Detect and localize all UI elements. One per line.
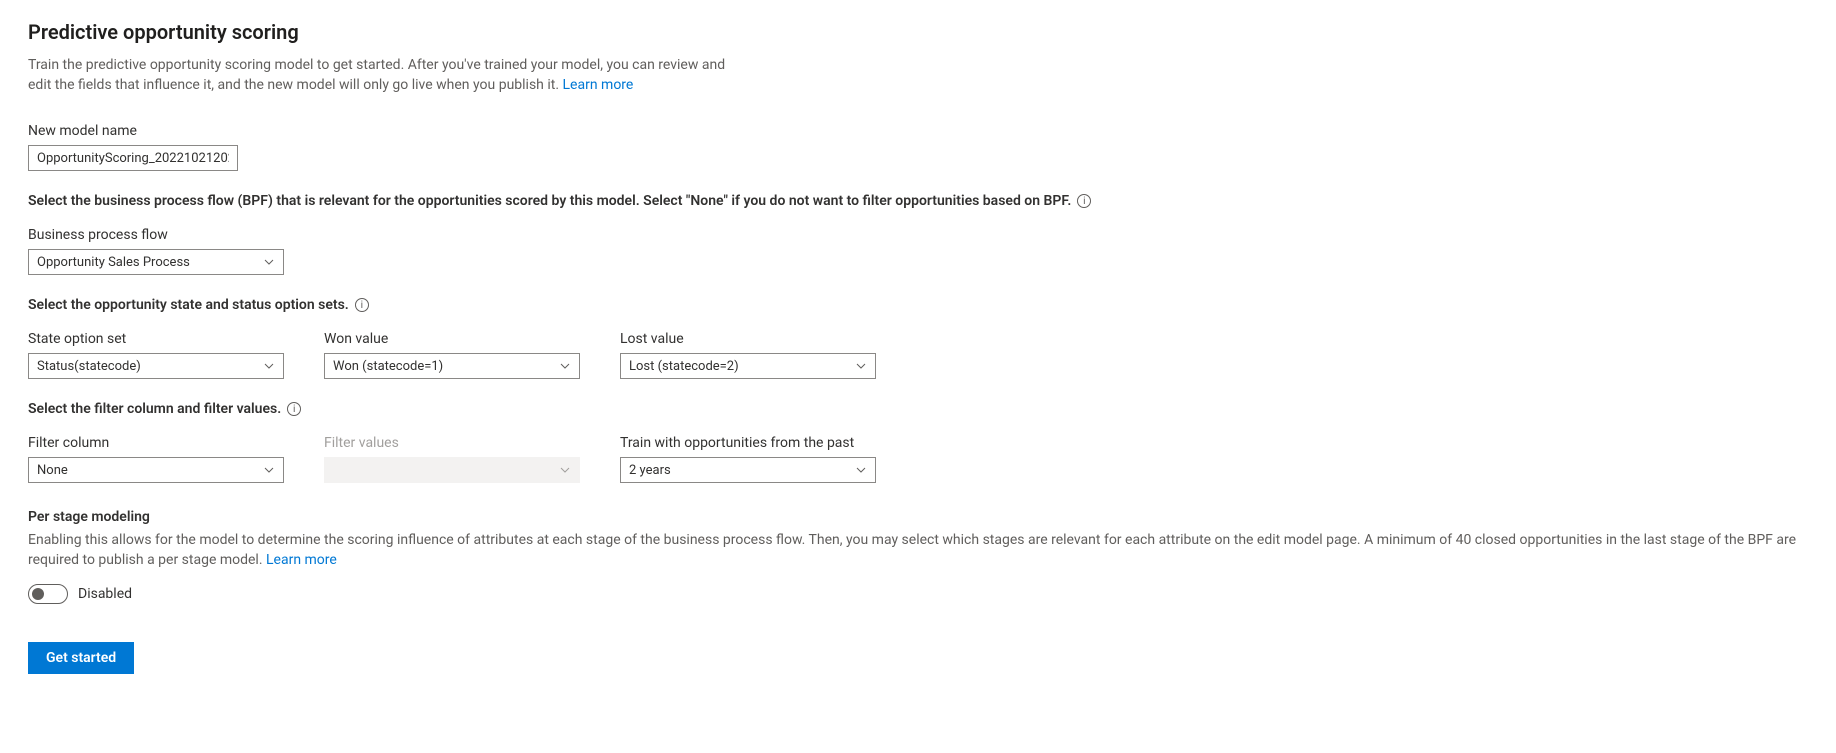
info-icon[interactable]: i — [287, 402, 301, 416]
filter-instruction-row: Select the filter column and filter valu… — [28, 401, 1808, 417]
train-past-value: 2 years — [621, 463, 847, 478]
per-stage-toggle[interactable] — [28, 584, 68, 604]
per-stage-description: Enabling this allows for the model to de… — [28, 531, 1808, 570]
chevron-down-icon — [847, 464, 875, 476]
filter-column-value: None — [29, 463, 255, 478]
lost-value-select[interactable]: Lost (statecode=2) — [620, 353, 876, 379]
lost-value-label: Lost value — [620, 331, 876, 347]
bpf-label: Business process flow — [28, 227, 1808, 243]
info-icon[interactable]: i — [1077, 194, 1091, 208]
state-option-select[interactable]: Status(statecode) — [28, 353, 284, 379]
chevron-down-icon — [551, 360, 579, 372]
won-value-value: Won (statecode=1) — [325, 359, 551, 374]
bpf-instruction: Select the business process flow (BPF) t… — [28, 193, 1071, 209]
won-value-select[interactable]: Won (statecode=1) — [324, 353, 580, 379]
filter-column-select[interactable]: None — [28, 457, 284, 483]
filter-column-label: Filter column — [28, 435, 284, 451]
page-subtitle: Train the predictive opportunity scoring… — [28, 56, 748, 95]
chevron-down-icon — [255, 464, 283, 476]
page-title: Predictive opportunity scoring — [28, 20, 1808, 44]
chevron-down-icon — [551, 464, 579, 476]
per-stage-learn-more-link[interactable]: Learn more — [266, 552, 337, 568]
bpf-select[interactable]: Opportunity Sales Process — [28, 249, 284, 275]
train-past-label: Train with opportunities from the past — [620, 435, 876, 451]
filter-instruction: Select the filter column and filter valu… — [28, 401, 281, 417]
lost-value-value: Lost (statecode=2) — [621, 359, 847, 374]
filter-values-select — [324, 457, 580, 483]
learn-more-link[interactable]: Learn more — [563, 77, 634, 93]
state-option-label: State option set — [28, 331, 284, 347]
train-past-select[interactable]: 2 years — [620, 457, 876, 483]
filter-values-label: Filter values — [324, 435, 580, 451]
model-name-label: New model name — [28, 123, 1808, 139]
info-icon[interactable]: i — [355, 298, 369, 312]
chevron-down-icon — [255, 360, 283, 372]
state-instruction-row: Select the opportunity state and status … — [28, 297, 1808, 313]
get-started-button[interactable]: Get started — [28, 642, 134, 674]
state-option-value: Status(statecode) — [29, 359, 255, 374]
per-stage-toggle-label: Disabled — [78, 586, 132, 602]
bpf-instruction-row: Select the business process flow (BPF) t… — [28, 193, 1808, 209]
chevron-down-icon — [255, 256, 283, 268]
won-value-label: Won value — [324, 331, 580, 347]
chevron-down-icon — [847, 360, 875, 372]
per-stage-heading: Per stage modeling — [28, 509, 1808, 525]
bpf-select-value: Opportunity Sales Process — [29, 255, 255, 270]
model-name-input[interactable] — [28, 145, 238, 171]
toggle-knob — [32, 588, 44, 600]
state-instruction: Select the opportunity state and status … — [28, 297, 349, 313]
